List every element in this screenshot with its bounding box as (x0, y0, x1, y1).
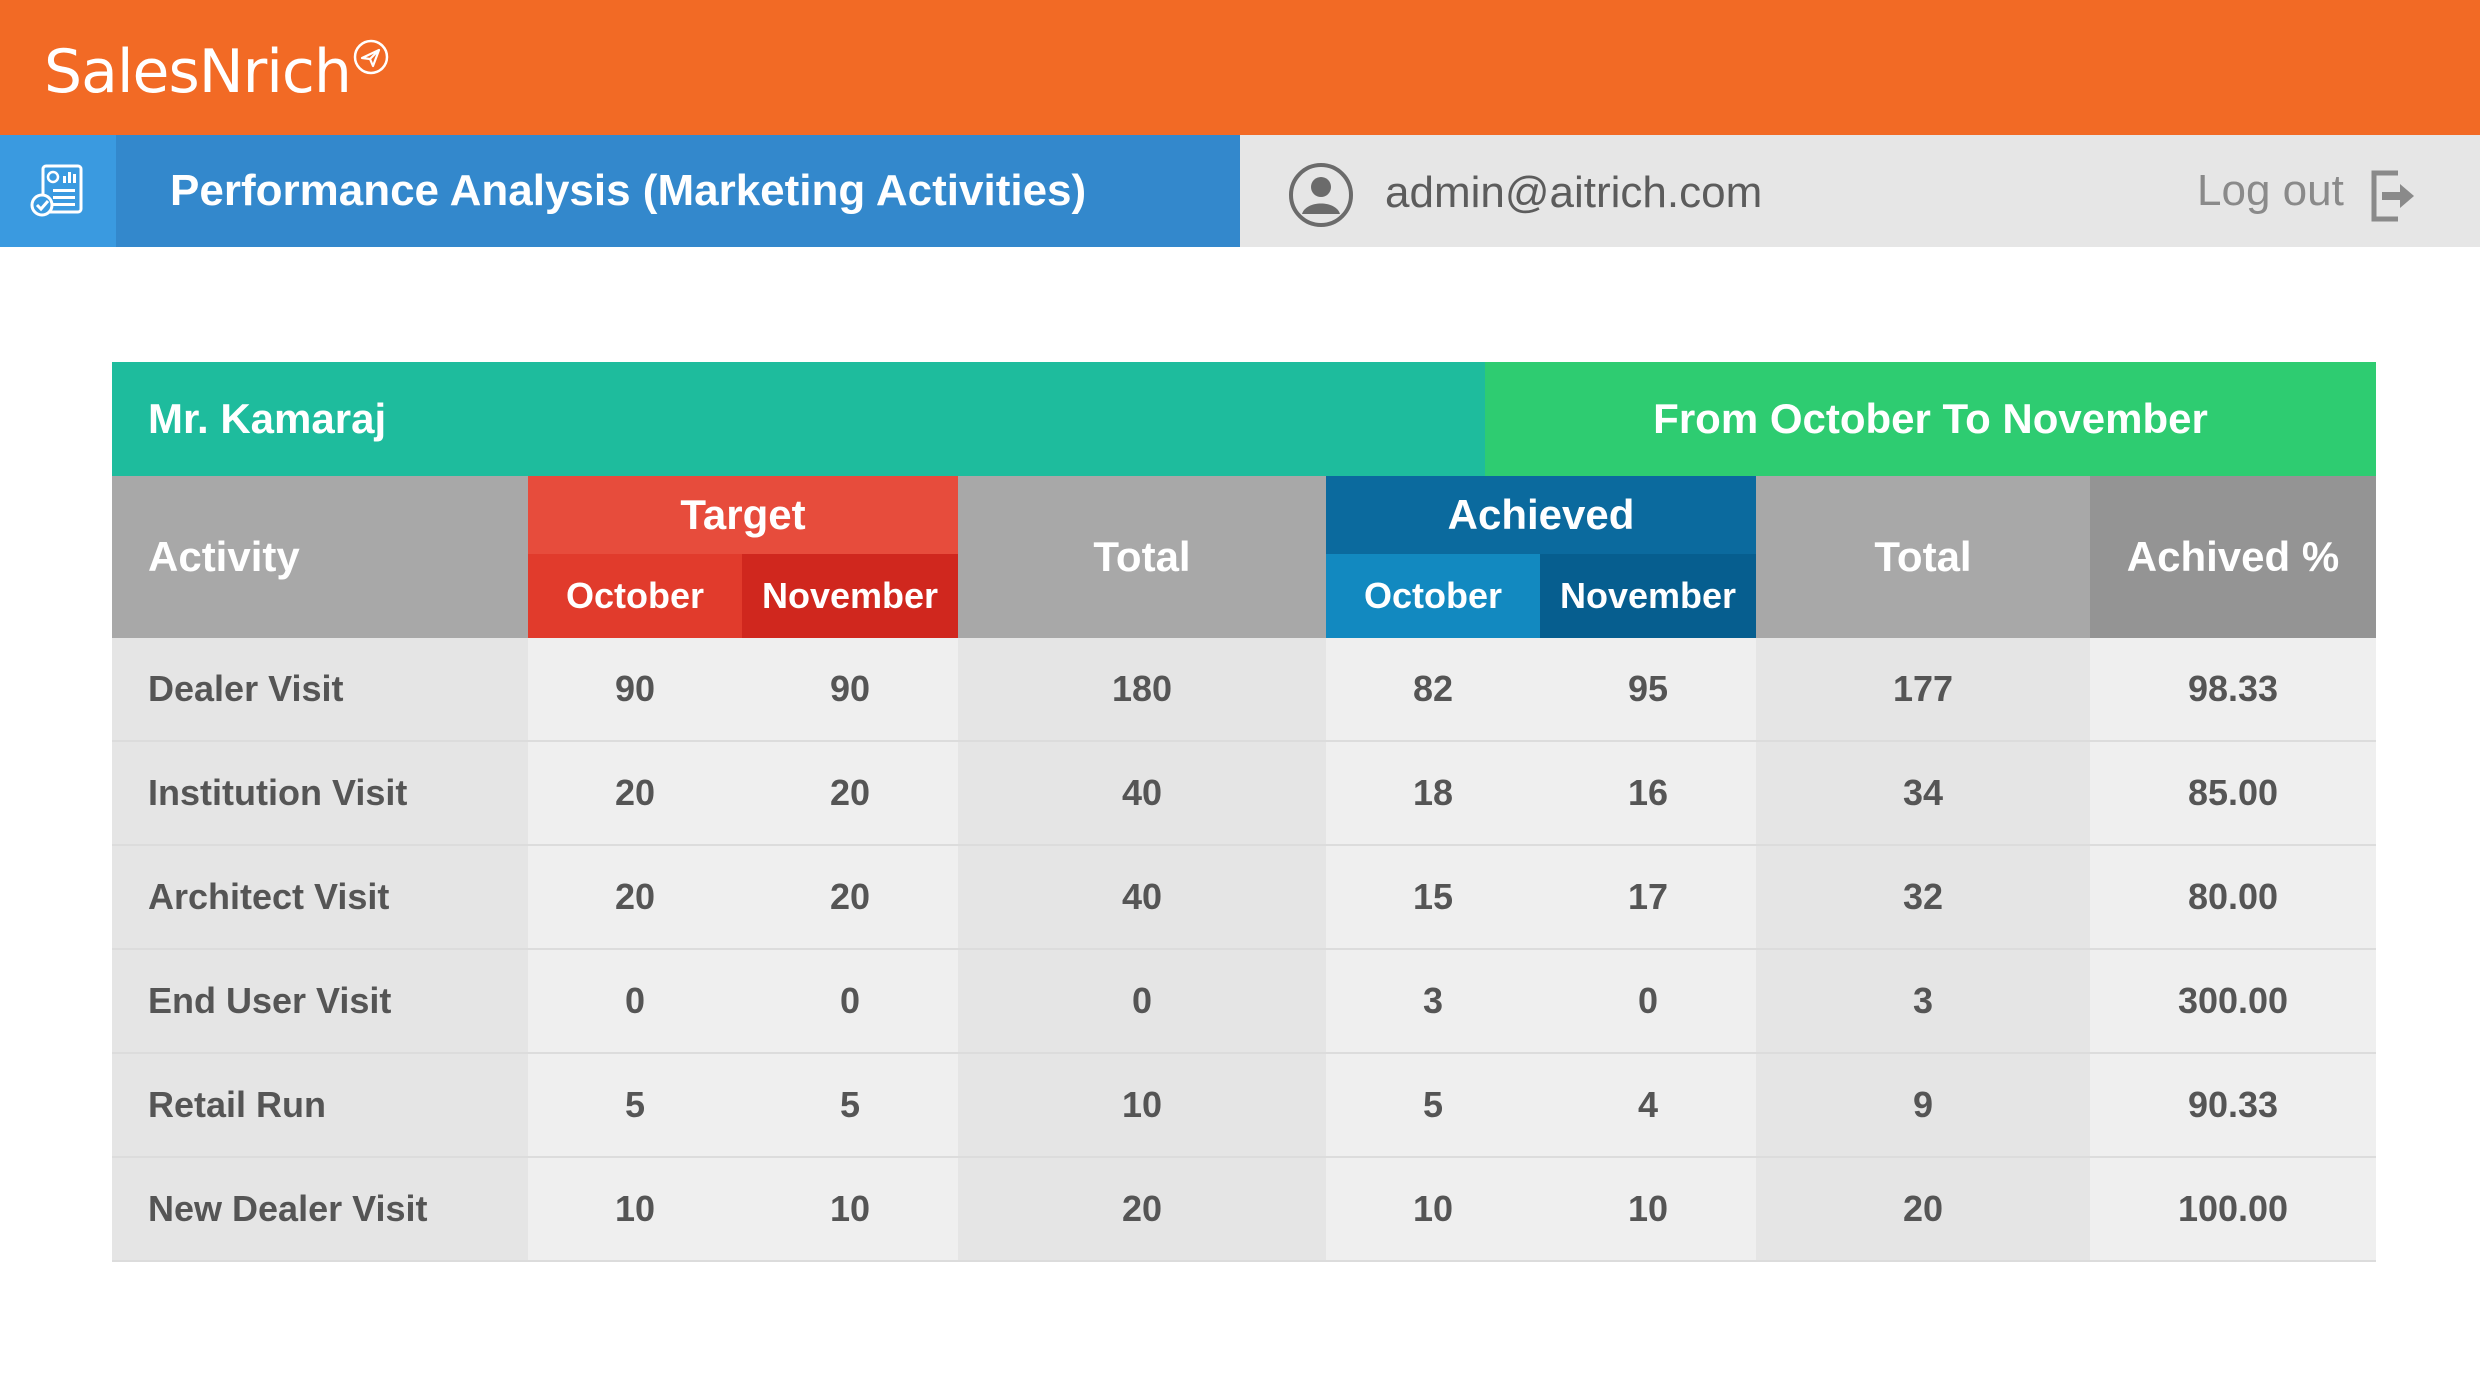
cell-achieved-percent: 98.33 (2090, 638, 2376, 742)
paper-plane-icon (353, 39, 389, 75)
user-avatar-icon[interactable] (1288, 162, 1354, 228)
cell-achieved-november: 4 (1540, 1053, 1756, 1158)
logout-icon[interactable] (2368, 169, 2416, 223)
cell-achieved-percent: 85.00 (2090, 741, 2376, 846)
cell-target-total: 40 (958, 741, 1326, 846)
cell-achieved-october: 82 (1326, 638, 1540, 742)
cell-achieved-percent: 300.00 (2090, 949, 2376, 1054)
cell-achieved-october: 5 (1326, 1053, 1540, 1158)
cell-target-october: 0 (528, 949, 742, 1054)
date-range: From October To November (1485, 362, 2376, 476)
column-header-target: Target (528, 476, 958, 554)
cell-activity: Architect Visit (112, 845, 528, 950)
cell-achieved-total: 20 (1756, 1157, 2090, 1262)
column-header-activity: Activity (112, 476, 528, 638)
cell-achieved-percent: 100.00 (2090, 1157, 2376, 1262)
cell-activity: New Dealer Visit (112, 1157, 528, 1262)
cell-activity: End User Visit (112, 949, 528, 1054)
page-title-box: Performance Analysis (Marketing Activiti… (116, 135, 1240, 247)
cell-target-november: 0 (742, 949, 958, 1054)
cell-target-october: 90 (528, 638, 742, 742)
cell-achieved-october: 3 (1326, 949, 1540, 1054)
table-row: Retail Run 5 5 10 5 4 9 90.33 (112, 1053, 2376, 1158)
cell-achieved-total: 32 (1756, 845, 2090, 950)
cell-achieved-november: 10 (1540, 1157, 1756, 1262)
cell-achieved-november: 17 (1540, 845, 1756, 950)
column-header-target-november: November (742, 554, 958, 638)
cell-achieved-november: 0 (1540, 949, 1756, 1054)
cell-achieved-october: 18 (1326, 741, 1540, 846)
cell-activity: Dealer Visit (112, 638, 528, 742)
cell-achieved-october: 15 (1326, 845, 1540, 950)
report-header-bar: Mr. Kamaraj From October To November (112, 362, 2376, 476)
logout-button[interactable]: Log out (2197, 163, 2344, 219)
cell-achieved-total: 3 (1756, 949, 2090, 1054)
column-header-achieved: Achieved (1326, 476, 1756, 554)
column-header-achieved-november: November (1540, 554, 1756, 638)
column-header-achieved-percent: Achived % (2090, 476, 2376, 638)
cell-target-november: 90 (742, 638, 958, 742)
cell-target-november: 5 (742, 1053, 958, 1158)
table-row: End User Visit 0 0 0 3 0 3 300.00 (112, 949, 2376, 1054)
page-icon-box (0, 135, 116, 247)
column-header-target-october: October (528, 554, 742, 638)
header-bar: Performance Analysis (Marketing Activiti… (0, 135, 2480, 247)
cell-target-november: 10 (742, 1157, 958, 1262)
table-row: New Dealer Visit 10 10 20 10 10 20 100.00 (112, 1157, 2376, 1262)
page-title: Performance Analysis (Marketing Activiti… (170, 166, 1087, 215)
employee-name: Mr. Kamaraj (112, 362, 1485, 476)
cell-achieved-total: 177 (1756, 638, 2090, 742)
table-row: Dealer Visit 90 90 180 82 95 177 98.33 (112, 638, 2376, 742)
cell-target-october: 10 (528, 1157, 742, 1262)
cell-target-november: 20 (742, 845, 958, 950)
cell-target-total: 10 (958, 1053, 1326, 1158)
column-header-target-total: Total (958, 476, 1326, 638)
cell-target-october: 20 (528, 845, 742, 950)
table-body: Dealer Visit 90 90 180 82 95 177 98.33 Instituti… (112, 638, 2376, 1262)
cell-target-october: 5 (528, 1053, 742, 1158)
cell-activity: Retail Run (112, 1053, 528, 1158)
cell-achieved-november: 16 (1540, 741, 1756, 846)
cell-achieved-october: 10 (1326, 1157, 1540, 1262)
cell-target-total: 180 (958, 638, 1326, 742)
cell-activity: Institution Visit (112, 741, 528, 846)
column-header-achieved-october: October (1326, 554, 1540, 638)
cell-achieved-total: 34 (1756, 741, 2090, 846)
cell-achieved-total: 9 (1756, 1053, 2090, 1158)
user-email: admin@aitrich.com (1385, 168, 1763, 217)
cell-target-october: 20 (528, 741, 742, 846)
performance-table: Dealer Visit 90 90 180 82 95 177 98.33 Instituti… (112, 638, 2376, 1262)
performance-report: Mr. Kamaraj From October To November Act… (112, 362, 2376, 1262)
brand-logo[interactable]: SalesNrich (44, 30, 352, 114)
cell-achieved-percent: 80.00 (2090, 845, 2376, 950)
cell-achieved-november: 95 (1540, 638, 1756, 742)
table-header: Activity Target October November Total A… (112, 476, 2376, 638)
cell-target-total: 20 (958, 1157, 1326, 1262)
cell-achieved-percent: 90.33 (2090, 1053, 2376, 1158)
table-row: Institution Visit 20 20 40 18 16 34 85.00 (112, 741, 2376, 846)
report-icon (30, 164, 83, 217)
table-row: Architect Visit 20 20 40 15 17 32 80.00 (112, 845, 2376, 950)
top-bar: SalesNrich (0, 0, 2480, 135)
cell-target-total: 0 (958, 949, 1326, 1054)
column-header-achieved-total: Total (1756, 476, 2090, 638)
cell-target-november: 20 (742, 741, 958, 846)
cell-target-total: 40 (958, 845, 1326, 950)
